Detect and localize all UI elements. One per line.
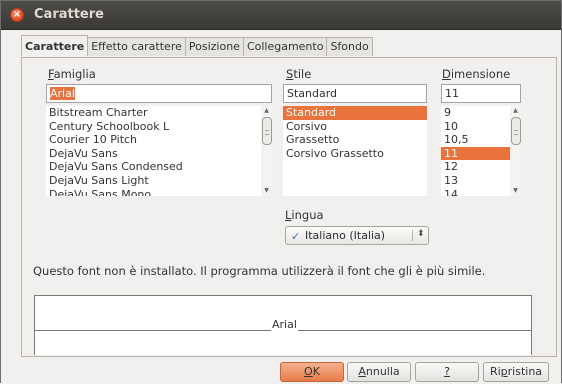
tab-carattere[interactable]: Carattere bbox=[21, 35, 89, 56]
tab-collegamento[interactable]: Collegamento bbox=[242, 37, 328, 56]
title-bar: × Carattere bbox=[1, 1, 561, 30]
dimensione-input[interactable]: 11 bbox=[441, 84, 521, 103]
list-item[interactable]: 13 bbox=[441, 174, 521, 188]
lingua-label: Lingua bbox=[285, 208, 324, 222]
stile-label: Stile bbox=[286, 67, 312, 81]
spellcheck-flag-icon: ✓ bbox=[291, 230, 301, 243]
stile-list[interactable]: Standard Corsivo Grassetto Corsivo Grass… bbox=[283, 106, 427, 196]
window-title: Carattere bbox=[34, 7, 104, 22]
list-item[interactable]: DejaVu Sans bbox=[46, 147, 272, 161]
list-item[interactable]: Century Schoolbook L bbox=[46, 120, 272, 134]
ripristina-button[interactable]: Ripristina bbox=[483, 362, 549, 382]
dimensione-scrollbar[interactable]: ▲ ▼ bbox=[510, 106, 521, 196]
list-item[interactable]: DejaVu Sans Condensed bbox=[46, 160, 272, 174]
famiglia-input[interactable]: Arial bbox=[46, 84, 272, 103]
list-item[interactable]: 10 bbox=[441, 120, 521, 134]
scroll-thumb[interactable] bbox=[511, 117, 521, 145]
list-item[interactable]: DejaVu Sans Light bbox=[46, 174, 272, 188]
famiglia-input-value: Arial bbox=[50, 87, 75, 100]
character-dialog: × Carattere Carattere Effetto carattere … bbox=[0, 0, 562, 384]
list-item[interactable]: Courier 10 Pitch bbox=[46, 133, 272, 147]
tab-effetto-carattere[interactable]: Effetto carattere bbox=[87, 37, 186, 56]
chevron-updown-icon: ⬍ bbox=[417, 229, 425, 239]
list-item-selected[interactable]: Standard bbox=[283, 106, 427, 120]
combo-divider bbox=[412, 230, 413, 241]
list-item[interactable]: Corsivo bbox=[283, 120, 427, 134]
tab-posizione[interactable]: Posizione bbox=[184, 37, 244, 56]
list-item[interactable]: 9 bbox=[441, 106, 521, 120]
help-button[interactable]: ? bbox=[415, 362, 479, 382]
scroll-thumb[interactable] bbox=[262, 117, 272, 145]
lingua-select-value: Italiano (Italia) bbox=[305, 229, 386, 242]
lingua-select[interactable]: ✓ Italiano (Italia) ⬍ bbox=[285, 226, 429, 245]
list-item-selected[interactable]: 11 bbox=[441, 146, 521, 161]
famiglia-scrollbar[interactable]: ▲ ▼ bbox=[261, 106, 272, 196]
list-item[interactable]: 10,5 bbox=[441, 133, 521, 147]
scroll-up-icon[interactable]: ▲ bbox=[511, 107, 520, 115]
scroll-up-icon[interactable]: ▲ bbox=[262, 107, 271, 115]
scroll-down-icon[interactable]: ▼ bbox=[511, 187, 520, 195]
list-item[interactable]: Grassetto bbox=[283, 133, 427, 147]
ok-button[interactable]: OK bbox=[280, 362, 344, 382]
close-icon[interactable]: × bbox=[10, 8, 24, 22]
font-preview: Arial bbox=[34, 295, 532, 355]
list-item[interactable]: Bitstream Charter bbox=[46, 106, 272, 120]
dimensione-label: Dimensione bbox=[442, 67, 511, 81]
annulla-button[interactable]: Annulla bbox=[347, 362, 411, 382]
famiglia-list[interactable]: Bitstream Charter Century Schoolbook L C… bbox=[46, 106, 272, 196]
list-item[interactable]: 14 bbox=[441, 188, 521, 196]
list-item[interactable]: 12 bbox=[441, 160, 521, 174]
famiglia-label: Famiglia bbox=[48, 67, 96, 81]
dimensione-list[interactable]: 9 10 10,5 11 12 13 14 ▲ ▼ bbox=[441, 106, 521, 196]
font-not-installed-message: Questo font non è installato. Il program… bbox=[33, 264, 486, 278]
list-item[interactable]: DejaVu Sans Mono bbox=[46, 188, 272, 196]
tab-sfondo[interactable]: Sfondo bbox=[326, 37, 373, 56]
stile-input[interactable]: Standard bbox=[283, 84, 427, 103]
preview-text: Arial bbox=[271, 318, 298, 331]
list-item[interactable]: Corsivo Grassetto bbox=[283, 147, 427, 161]
scroll-down-icon[interactable]: ▼ bbox=[262, 187, 271, 195]
tab-bar: Carattere Effetto carattere Posizione Co… bbox=[21, 35, 373, 57]
